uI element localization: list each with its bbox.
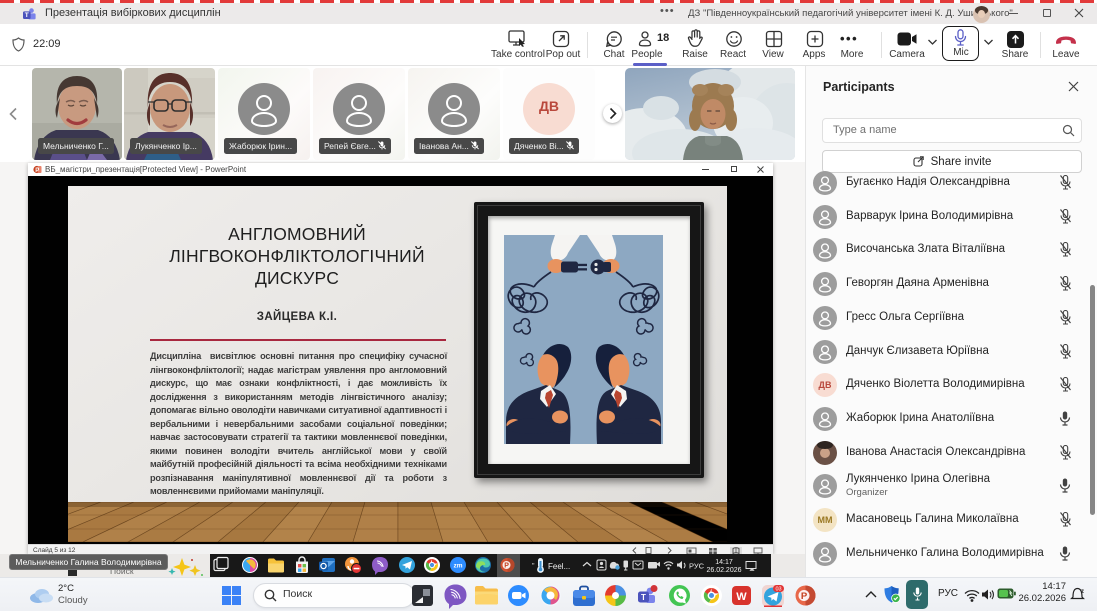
svg-text:": " [532,563,535,570]
svg-text:03: 03 [775,587,781,593]
svg-text:P: P [35,168,39,174]
svg-text:T: T [25,12,29,19]
svg-text:Feel...: Feel... [548,562,570,571]
svg-text:zm: zm [453,563,462,570]
svg-text:14:17: 14:17 [715,559,733,566]
svg-text:РУС: РУС [689,562,705,571]
svg-text:P: P [504,563,509,570]
svg-text:W: W [736,591,747,603]
svg-text:26.02.2026: 26.02.2026 [706,567,741,574]
svg-text:z: z [1081,589,1084,595]
svg-text:P: P [801,591,808,602]
svg-text:T: T [641,593,646,602]
